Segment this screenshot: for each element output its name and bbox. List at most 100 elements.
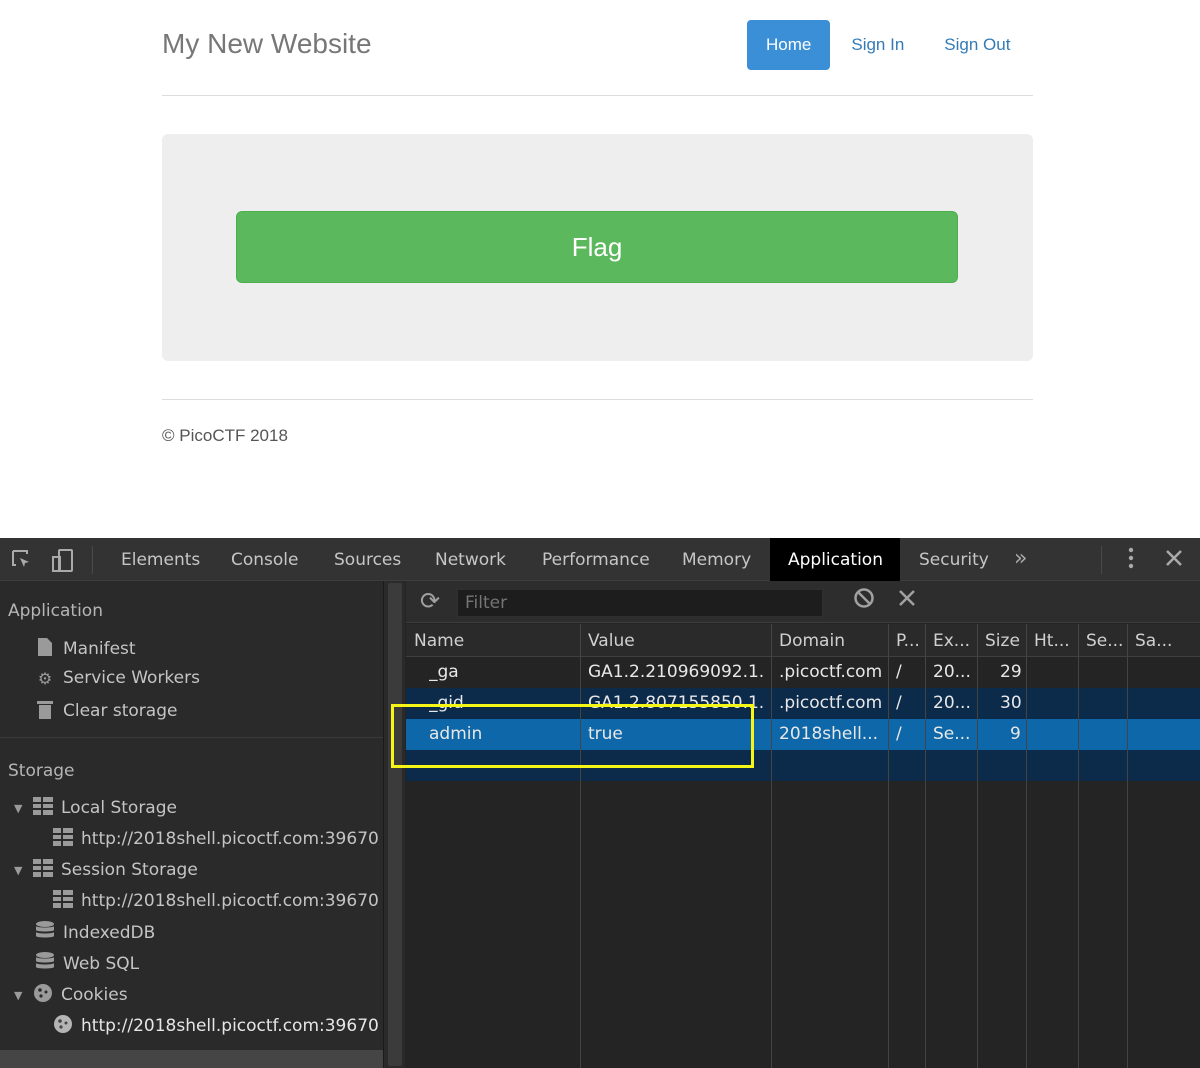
column-divider[interactable] — [1127, 624, 1128, 1068]
sidebar-item-label: Web SQL — [63, 954, 140, 974]
devtools-panel: Elements Console Sources Network Perform… — [0, 538, 1200, 1068]
sidebar-item-label: http://2018shell.picoctf.com:39670 — [81, 829, 379, 849]
tab-sources[interactable]: Sources — [316, 538, 419, 581]
devtools-tabbar: Elements Console Sources Network Perform… — [0, 538, 1200, 581]
nav-sign-in[interactable]: Sign In — [832, 20, 923, 70]
column-header-httponly[interactable]: Ht... — [1034, 631, 1070, 651]
cookie-domain: .picoctf.com — [779, 693, 883, 713]
sidebar-item-label: Manifest — [63, 639, 136, 659]
tab-security[interactable]: Security — [901, 538, 1007, 581]
cookie-size: 9 — [1010, 724, 1021, 744]
cookie-name: _ga — [429, 662, 459, 682]
clear-icon[interactable] — [897, 587, 917, 615]
sidebar-item-label: http://2018shell.picoctf.com:39670 — [81, 891, 379, 911]
sidebar-scrollbar[interactable] — [383, 581, 405, 1068]
tab-network[interactable]: Network — [417, 538, 524, 581]
column-divider[interactable] — [977, 624, 978, 1068]
column-divider[interactable] — [1078, 624, 1079, 1068]
sidebar-item-service-workers[interactable]: ⚙ Service Workers — [34, 668, 200, 688]
toolbar-separator — [92, 546, 93, 574]
flag-button[interactable]: Flag — [236, 211, 958, 283]
sidebar-item-session-storage-origin[interactable]: http://2018shell.picoctf.com:39670 — [52, 890, 379, 912]
annotation-highlight-box — [391, 704, 754, 768]
scrollbar-thumb[interactable] — [388, 583, 402, 1066]
sidebar-divider — [0, 737, 383, 738]
database-icon — [34, 952, 56, 976]
cookie-size: 29 — [1000, 662, 1022, 682]
sidebar-selection — [0, 1050, 383, 1068]
sidebar-item-label: Service Workers — [63, 668, 200, 688]
tab-memory[interactable]: Memory — [664, 538, 769, 581]
sidebar-item-local-storage[interactable]: ▼ Local Storage — [14, 797, 177, 819]
sidebar-item-local-storage-origin[interactable]: http://2018shell.picoctf.com:39670 — [52, 828, 379, 850]
footer-text: © PicoCTF 2018 — [162, 426, 288, 445]
site-nav: Home Sign In Sign Out — [747, 20, 1029, 70]
expand-triangle-icon[interactable]: ▼ — [14, 864, 28, 877]
tab-performance[interactable]: Performance — [524, 538, 668, 581]
cookie-domain: 2018shell.... — [779, 724, 879, 744]
column-divider[interactable] — [888, 624, 889, 1068]
tab-elements[interactable]: Elements — [103, 538, 218, 581]
sidebar-item-manifest[interactable]: Manifest — [34, 637, 136, 661]
cookie-icon — [52, 1014, 74, 1038]
nav-sign-out[interactable]: Sign Out — [925, 20, 1029, 70]
column-header-name[interactable]: Name — [414, 631, 464, 651]
expand-triangle-icon[interactable]: ▼ — [14, 989, 28, 1002]
cookie-expires: Se... — [933, 724, 971, 744]
grid-icon — [32, 859, 54, 881]
grid-icon — [32, 797, 54, 819]
block-icon[interactable] — [853, 587, 875, 615]
close-devtools-icon[interactable] — [1163, 546, 1185, 575]
cookies-toolbar: ⟳ — [406, 581, 1200, 623]
cookie-size: 30 — [1000, 693, 1022, 713]
cookie-expires: 20... — [933, 662, 971, 682]
cookie-domain: .picoctf.com — [779, 662, 883, 682]
site-brand[interactable]: My New Website — [162, 28, 372, 60]
column-divider[interactable] — [771, 624, 772, 1068]
jumbotron: Flag — [162, 134, 1033, 361]
device-toolbar-icon[interactable] — [50, 548, 76, 579]
sidebar-item-session-storage[interactable]: ▼ Session Storage — [14, 859, 198, 881]
column-header-path[interactable]: P... — [896, 631, 920, 651]
toolbar-separator — [1101, 546, 1102, 574]
column-header-domain[interactable]: Domain — [779, 631, 845, 651]
sidebar-item-clear-storage[interactable]: Clear storage — [34, 699, 177, 723]
kebab-menu-icon[interactable] — [1122, 546, 1140, 575]
application-sidebar: Application Manifest ⚙ Service Workers C… — [0, 581, 383, 1068]
sidebar-item-label: http://2018shell.picoctf.com:39670 — [81, 1016, 379, 1036]
grid-icon — [52, 890, 74, 912]
cookie-expires: 20... — [933, 693, 971, 713]
inspect-element-icon[interactable] — [10, 548, 34, 577]
tab-console[interactable]: Console — [213, 538, 317, 581]
cookie-path: / — [896, 693, 902, 713]
sidebar-heading-application: Application — [8, 601, 103, 621]
sidebar-item-cookies[interactable]: ▼ Cookies — [14, 983, 128, 1007]
column-header-expires[interactable]: Ex... — [933, 631, 970, 651]
column-header-size[interactable]: Size — [985, 631, 1020, 651]
header-divider — [162, 95, 1033, 96]
column-divider[interactable] — [925, 624, 926, 1068]
expand-triangle-icon[interactable]: ▼ — [14, 802, 28, 815]
refresh-icon[interactable]: ⟳ — [420, 587, 440, 615]
trash-icon — [34, 699, 56, 723]
sidebar-item-indexeddb[interactable]: IndexedDB — [34, 921, 155, 945]
column-divider[interactable] — [1026, 624, 1027, 1068]
tab-application[interactable]: Application — [770, 538, 900, 581]
table-row[interactable]: _ga GA1.2.210969092.1... .picoctf.com / … — [406, 657, 1200, 688]
sidebar-item-label: Session Storage — [61, 860, 198, 880]
sidebar-item-label: Cookies — [61, 985, 128, 1005]
sidebar-item-label: Local Storage — [61, 798, 177, 818]
footer-divider — [162, 399, 1033, 400]
column-header-samesite[interactable]: Sa... — [1135, 631, 1172, 651]
column-divider[interactable] — [580, 624, 581, 1068]
column-header-secure[interactable]: Se... — [1086, 631, 1123, 651]
filter-input[interactable] — [457, 589, 823, 617]
sidebar-item-cookies-origin[interactable]: http://2018shell.picoctf.com:39670 — [52, 1014, 379, 1038]
nav-home[interactable]: Home — [747, 20, 831, 70]
column-header-value[interactable]: Value — [588, 631, 635, 651]
database-icon — [34, 921, 56, 945]
sidebar-item-websql[interactable]: Web SQL — [34, 952, 139, 976]
document-icon — [34, 637, 56, 661]
more-tabs-icon[interactable]: » — [1014, 546, 1027, 571]
cookies-table: _ga GA1.2.210969092.1... .picoctf.com / … — [406, 624, 1200, 1068]
